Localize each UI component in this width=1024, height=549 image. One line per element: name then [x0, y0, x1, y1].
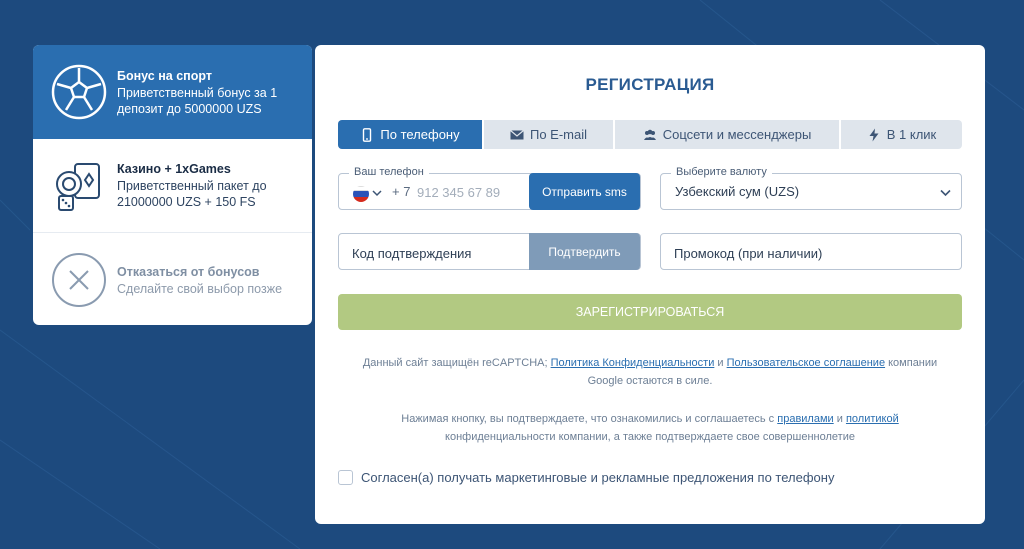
registration-form: РЕГИСТРАЦИЯ По телефону По E-mail Соцсет…	[315, 45, 985, 524]
envelope-icon	[510, 129, 524, 139]
bonus-description: Приветственный бонус за 1	[117, 85, 278, 100]
marketing-consent-label: Согласен(а) получать маркетинговые и рек…	[361, 470, 835, 485]
registration-tabs: По телефону По E-mail Соцсети и мессендж…	[338, 120, 962, 149]
terms-notice: Нажимая кнопку, вы подтверждаете, что оз…	[401, 413, 899, 443]
chevron-down-icon	[940, 189, 951, 197]
bonus-option-decline[interactable]: Отказаться от бонусов Сделайте свой выбо…	[33, 233, 312, 325]
phone-icon	[363, 127, 372, 142]
phone-field-label: Ваш телефон	[349, 166, 429, 178]
policy-link[interactable]: политикой	[846, 413, 899, 425]
bonus-description: депозит до 5000000 UZS	[117, 101, 262, 116]
tab-label: В 1 клик	[886, 127, 937, 142]
marketing-consent-checkbox[interactable]	[338, 470, 353, 485]
confirm-button[interactable]: Подтвердить	[529, 233, 640, 270]
people-icon	[643, 129, 656, 140]
bonus-description: Сделайте свой выбор позже	[117, 281, 283, 296]
promo-code-field	[660, 233, 962, 270]
bonus-title: Казино + 1xGames	[117, 162, 231, 176]
bonus-description: 21000000 UZS + 150 FS	[117, 195, 256, 209]
tab-label: По телефону	[380, 127, 460, 142]
tab-phone[interactable]: По телефону	[338, 120, 484, 149]
tab-one-click[interactable]: В 1 клик	[841, 120, 962, 149]
rules-link[interactable]: правилами	[777, 413, 833, 425]
privacy-policy-link[interactable]: Политика Конфиденциальности	[551, 357, 715, 369]
currency-select[interactable]: Выберите валюту Узбекский сум (UZS)	[660, 166, 962, 210]
bonus-option-casino[interactable]: Казино + 1xGames Приветственный пакет до…	[33, 139, 312, 233]
lightning-icon	[869, 128, 879, 141]
tab-label: По E-mail	[529, 127, 588, 142]
country-code: + 7	[392, 184, 411, 199]
promo-code-input[interactable]	[674, 243, 944, 263]
phone-input[interactable]	[417, 182, 527, 202]
page-title: РЕГИСТРАЦИЯ	[585, 75, 715, 94]
close-circle-icon	[52, 253, 106, 307]
casino-chips-icon	[56, 162, 100, 211]
send-sms-button[interactable]: Отправить sms	[529, 173, 640, 210]
bonus-selection-panel: Бонус на спорт Приветственный бонус за 1…	[33, 45, 312, 325]
tab-label: Соцсети и мессенджеры	[662, 127, 812, 142]
currency-value: Узбекский сум (UZS)	[675, 184, 800, 199]
currency-field-label: Выберите валюту	[671, 166, 772, 178]
bonus-title: Отказаться от бонусов	[117, 264, 260, 279]
recaptcha-notice: Данный сайт защищён reCAPTCHA; Политика …	[362, 357, 938, 387]
terms-link[interactable]: Пользовательское соглашение	[727, 357, 885, 369]
tab-social[interactable]: Соцсети и мессенджеры	[615, 120, 841, 149]
russia-flag-icon[interactable]	[353, 186, 369, 202]
bonus-description: Приветственный пакет до	[117, 179, 267, 193]
register-button[interactable]: ЗАРЕГИСТРИРОВАТЬСЯ	[338, 294, 962, 330]
marketing-consent[interactable]: Согласен(а) получать маркетинговые и рек…	[338, 470, 834, 485]
confirmation-code-input[interactable]	[352, 243, 522, 263]
bonus-option-sport[interactable]: Бонус на спорт Приветственный бонус за 1…	[33, 45, 312, 139]
bonus-title: Бонус на спорт	[117, 68, 212, 83]
chevron-down-icon[interactable]	[372, 188, 382, 198]
soccer-ball-icon	[51, 64, 107, 120]
tab-email[interactable]: По E-mail	[484, 120, 615, 149]
